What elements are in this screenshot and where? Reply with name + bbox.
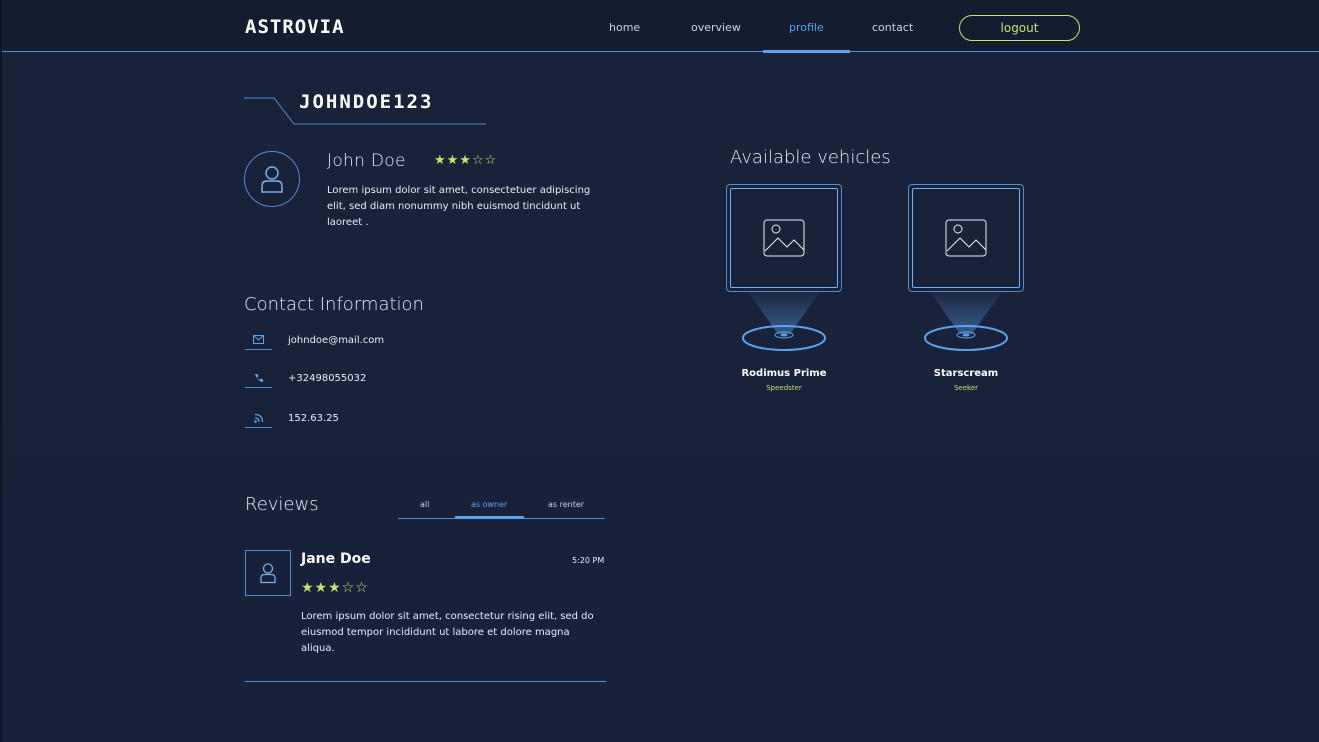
nav-link-home[interactable]: home	[609, 21, 640, 34]
hologram-projector-icon	[742, 292, 826, 351]
contact-row-email: johndoe@mail.com	[245, 330, 384, 350]
review-text: Lorem ipsum dolor sit amet, consectetur …	[301, 611, 594, 654]
review-divider	[245, 681, 606, 682]
contact-row-phone: +32498055032	[245, 368, 366, 388]
vehicle-type: Seeker	[953, 384, 979, 392]
vehicle-image	[730, 188, 838, 288]
review-time: 5:20 PM	[572, 556, 605, 565]
contact-ip: 152.63.25	[288, 412, 339, 424]
user-icon	[260, 563, 276, 584]
reviewer-avatar[interactable]	[245, 550, 291, 596]
profile-bio: Lorem ipsum dolor sit amet, consectetuer…	[327, 185, 591, 228]
profile-rating-stars: ★★★☆☆	[434, 153, 498, 168]
reviews-tabs: all as owner as renter	[398, 497, 605, 519]
logout-button[interactable]: logout	[959, 15, 1080, 41]
image-placeholder-icon	[945, 219, 987, 257]
tab-all[interactable]: all	[420, 500, 429, 509]
reviewer-name[interactable]: Jane Doe	[301, 551, 371, 567]
nav-link-contact[interactable]: contact	[872, 21, 913, 34]
tab-as-renter[interactable]: as renter	[548, 500, 584, 509]
rss-icon	[245, 408, 272, 428]
user-icon	[261, 166, 283, 193]
profile-avatar[interactable]	[244, 151, 300, 207]
nav-active-indicator	[763, 50, 850, 53]
phone-icon	[245, 368, 272, 388]
username-heading: JOHNDOE123	[299, 91, 434, 113]
page: ASTROVIA home overview profile contact l…	[2, 0, 1319, 742]
vehicle-card[interactable]: Rodimus Prime Speedster	[726, 184, 842, 394]
image-placeholder-icon	[763, 219, 805, 257]
contact-row-ip: 152.63.25	[245, 408, 339, 428]
logo[interactable]: ASTROVIA	[245, 16, 345, 38]
vehicle-card[interactable]: Starscream Seeker	[908, 184, 1024, 394]
contact-title: Contact Information	[244, 294, 424, 315]
profile-full-name: John Doe	[327, 151, 406, 171]
contact-phone[interactable]: +32498055032	[288, 373, 366, 384]
vehicle-name: Starscream	[933, 368, 999, 379]
vehicle-frame	[908, 184, 1024, 292]
nav-link-profile[interactable]: profile	[789, 21, 824, 34]
review-rating-stars: ★★★☆☆	[301, 580, 369, 596]
tab-active-indicator	[455, 516, 524, 519]
contact-email[interactable]: johndoe@mail.com	[288, 335, 384, 346]
vehicle-type: Speedster	[766, 384, 802, 392]
hologram-projector-icon	[924, 292, 1008, 351]
vehicle-name: Rodimus Prime	[741, 368, 827, 379]
vehicle-frame	[726, 184, 842, 292]
vehicles-title: Available vehicles	[730, 147, 891, 168]
mail-icon	[245, 330, 272, 350]
nav-link-overview[interactable]: overview	[691, 21, 741, 34]
vehicle-image	[912, 188, 1020, 288]
tab-as-owner[interactable]: as owner	[471, 500, 507, 509]
top-nav: ASTROVIA home overview profile contact l…	[2, 0, 1319, 53]
reviews-title: Reviews	[245, 494, 319, 515]
